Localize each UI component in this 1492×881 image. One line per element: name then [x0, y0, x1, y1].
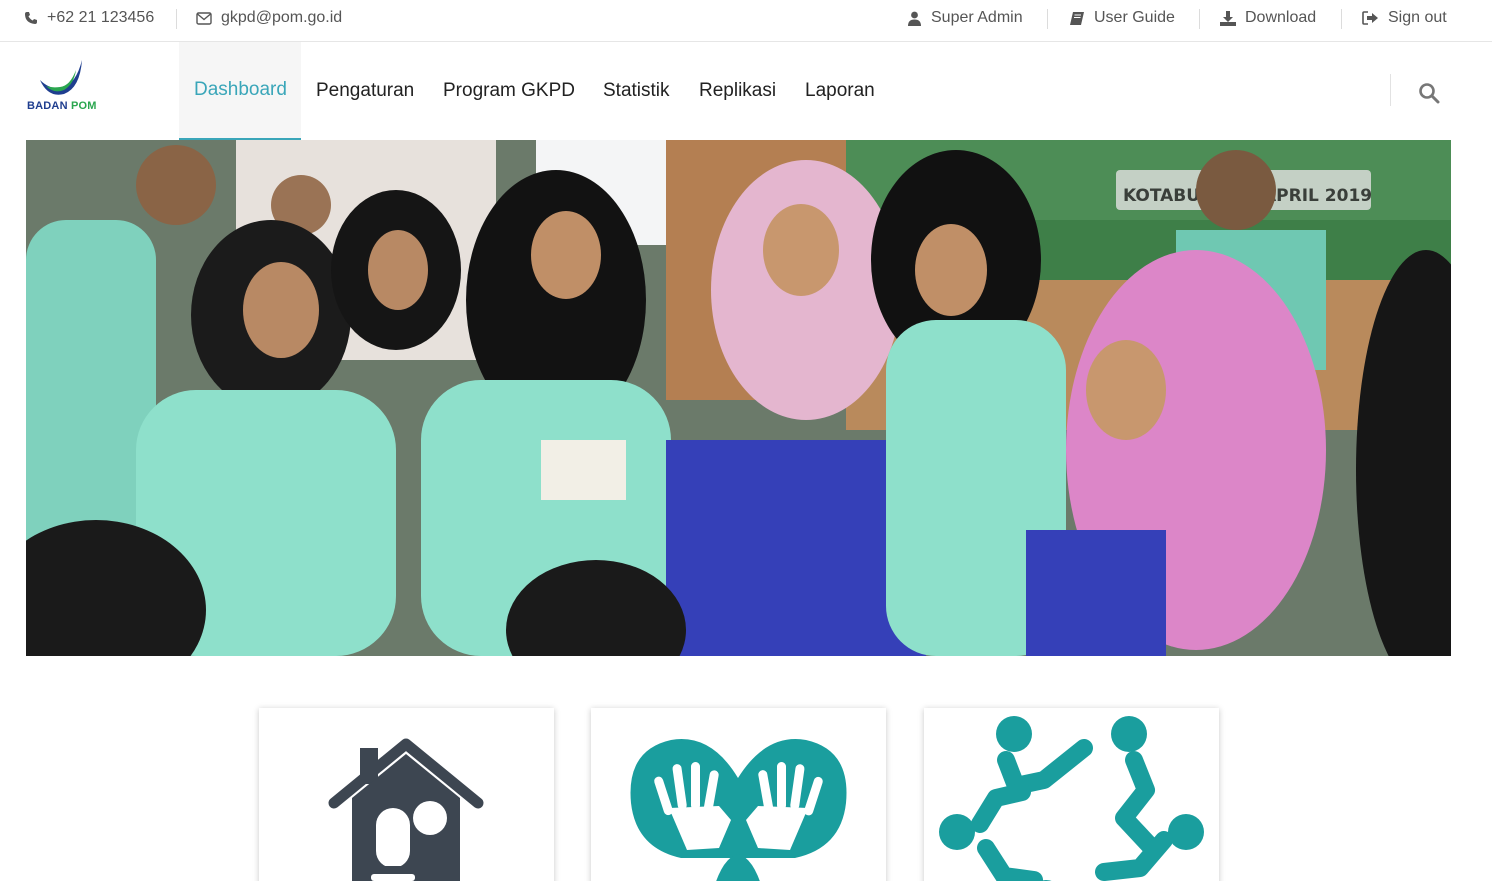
search-button[interactable] — [1416, 80, 1442, 106]
card-community[interactable] — [924, 708, 1219, 881]
nav-dashboard[interactable]: Dashboard — [179, 42, 301, 140]
hero-photo: KOTABU APRIL 2019 — [26, 140, 1451, 656]
user-menu[interactable]: Super Admin — [907, 0, 1023, 36]
nav-pengaturan[interactable]: Pengaturan — [316, 42, 414, 140]
logo-swoosh-icon — [40, 60, 82, 95]
phone-contact: +62 21 123456 — [24, 0, 154, 36]
banner-text-2: APRIL 2019 — [1263, 186, 1372, 206]
sign-out-icon — [1362, 11, 1378, 25]
book-icon — [1070, 11, 1084, 25]
user-icon — [908, 11, 921, 26]
divider — [1199, 9, 1200, 29]
sign-out-link[interactable]: Sign out — [1362, 0, 1447, 36]
user-guide-link[interactable]: User Guide — [1069, 0, 1175, 36]
download-label[interactable]: Download — [1245, 9, 1316, 27]
download-link[interactable]: Download — [1220, 0, 1316, 36]
user-guide-label[interactable]: User Guide — [1094, 9, 1175, 27]
nav-replikasi[interactable]: Replikasi — [699, 42, 776, 140]
top-bar: +62 21 123456 gkpd@pom.go.id Super Admin… — [0, 0, 1492, 42]
phone-number: +62 21 123456 — [47, 9, 155, 26]
divider — [1047, 9, 1048, 29]
community-circle-icon — [939, 716, 1204, 881]
divider — [1390, 74, 1391, 106]
main-navbar: BADAN POM Dashboard Pengaturan Program G… — [0, 42, 1492, 140]
search-icon — [1419, 83, 1440, 104]
logo-wordmark: BADAN POM — [27, 100, 97, 112]
nav-statistik[interactable]: Statistik — [603, 42, 670, 140]
divider — [176, 9, 177, 29]
card-home[interactable] — [259, 708, 554, 881]
divider — [1341, 9, 1342, 29]
phone-icon — [25, 12, 37, 24]
banner-text-1: KOTABU — [1123, 186, 1200, 206]
email-contact[interactable]: gkpd@pom.go.id — [196, 0, 342, 36]
user-name[interactable]: Super Admin — [931, 9, 1023, 27]
card-heart-hands[interactable] — [591, 708, 886, 881]
home-bulb-icon — [328, 738, 484, 881]
download-icon — [1220, 10, 1236, 26]
heart-hands-icon — [630, 739, 847, 881]
nav-program-gkpd[interactable]: Program GKPD — [443, 42, 575, 140]
sign-out-label[interactable]: Sign out — [1388, 9, 1447, 27]
hero-photo-illustration: KOTABU APRIL 2019 — [26, 140, 1451, 656]
nav-laporan[interactable]: Laporan — [805, 42, 875, 140]
email-address[interactable]: gkpd@pom.go.id — [221, 9, 342, 27]
envelope-icon — [196, 11, 212, 25]
